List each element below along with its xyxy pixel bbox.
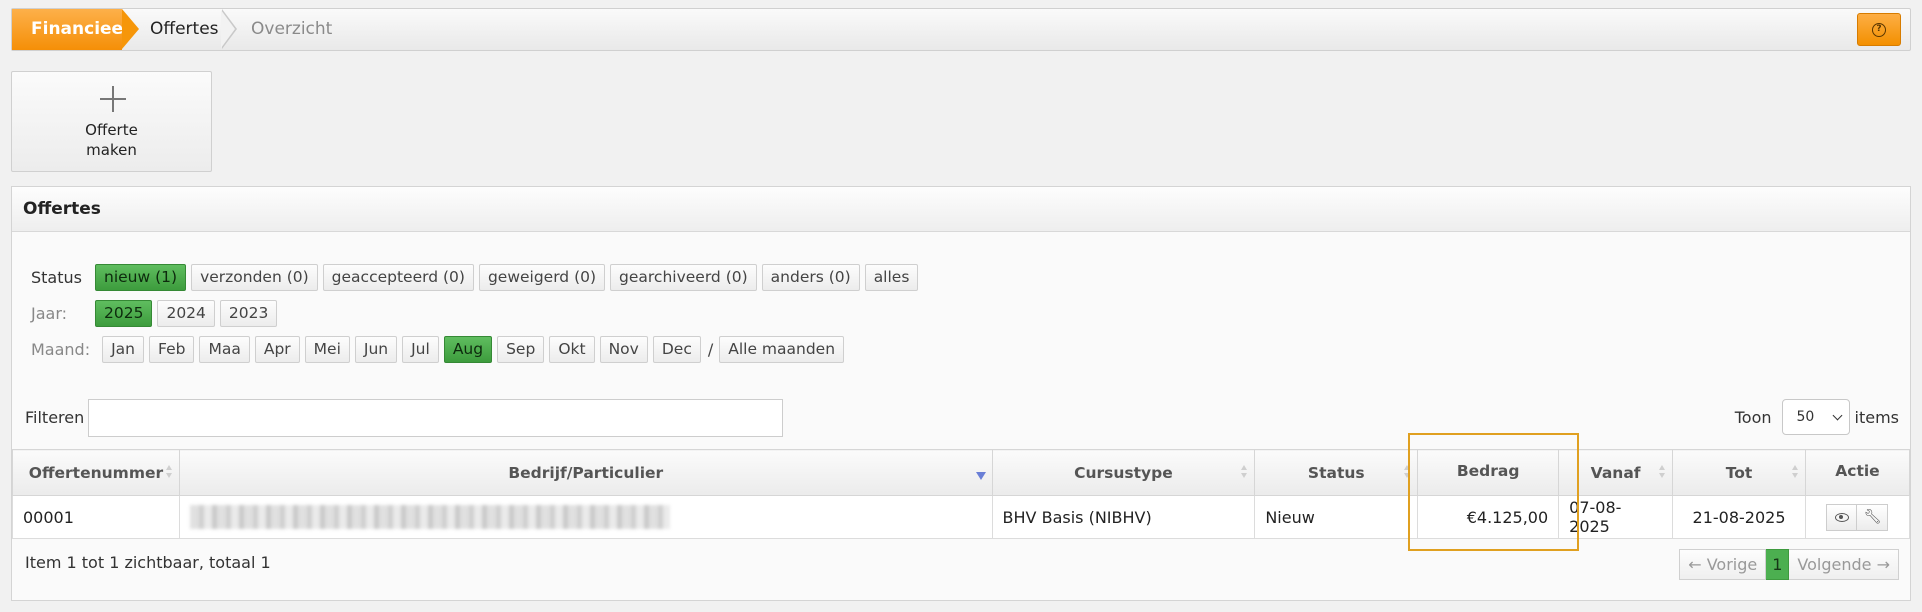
breadcrumb-overzicht: Overzicht [251, 19, 333, 39]
col-header-offertenummer[interactable]: Offertenummer [12, 449, 180, 496]
page-size-select[interactable]: 50 [1781, 399, 1850, 435]
month-chip-2[interactable]: Maa [199, 336, 250, 363]
chevron-down-icon [1832, 410, 1842, 420]
status-label: Status [31, 268, 82, 287]
month-filter: Maand: Jan Feb Maa Apr Mei Jun Jul Aug Sep Okt Nov… [31, 336, 849, 363]
col-header-vanaf[interactable]: Vanaf [1558, 449, 1674, 496]
table-summary: Item 1 tot 1 zichtbaar, totaal 1 [25, 553, 271, 572]
month-chip-4[interactable]: Mei [304, 336, 350, 363]
edit-button[interactable]: 🔧︎ [1857, 503, 1889, 531]
page-size: Toon 50 items [1735, 399, 1899, 435]
wrench-icon: 🔧︎ [1863, 509, 1882, 525]
month-chip-8[interactable]: Sep [497, 336, 545, 363]
breadcrumb-separator [221, 9, 237, 49]
offertes-panel: Offertes Status nieuw (1) verzonden (0) ge… [11, 186, 1911, 601]
month-chip-9[interactable]: Okt [549, 336, 595, 363]
show-label: Toon [1734, 407, 1772, 427]
panel-title: Offertes [12, 187, 1910, 232]
status-filter: Status nieuw (1) verzonden (0) geaccepteer… [31, 264, 923, 291]
redacted-company-name [189, 505, 670, 529]
next-page-button[interactable]: Volgende → [1789, 549, 1899, 580]
sort-icon [1404, 464, 1411, 480]
help-button[interactable]: ? [1857, 13, 1901, 46]
cell-bedrijf [178, 495, 993, 539]
status-chip-5[interactable]: anders (0) [761, 264, 860, 291]
page-1-button[interactable]: 1 [1766, 549, 1790, 580]
status-chip-4[interactable]: gearchiveerd (0) [610, 264, 757, 291]
col-header-actie: Actie [1804, 449, 1911, 496]
create-offerte-label: Offerte maken [85, 121, 138, 159]
cell-bedrag: €4.125,00 [1417, 495, 1560, 539]
month-chip-5[interactable]: Jun [354, 336, 398, 363]
cell-tot: 21-08-2025 [1672, 495, 1806, 539]
status-chip-2[interactable]: geaccepteerd (0) [322, 264, 474, 291]
col-header-bedrag[interactable]: Bedrag [1417, 449, 1560, 496]
help-icon: ? [1872, 22, 1886, 37]
month-label: Maand: [31, 340, 91, 359]
col-header-tot[interactable]: Tot [1672, 449, 1806, 496]
breadcrumb: Financieel Offertes Overzicht ? [11, 8, 1911, 51]
month-chip-all[interactable]: Alle maanden [719, 336, 845, 363]
col-header-bedrijf[interactable]: Bedrijf/Particulier [178, 449, 993, 496]
prev-page-button[interactable]: ← Vorige [1679, 549, 1767, 580]
breadcrumb-offertes[interactable]: Offertes [150, 9, 219, 50]
sort-icon [1659, 464, 1666, 480]
view-button[interactable] [1826, 503, 1858, 531]
create-offerte-button[interactable]: Offerte maken [11, 71, 212, 172]
month-separator: / [707, 340, 714, 359]
pagination: ← Vorige 1 Volgende → [1679, 549, 1899, 580]
cell-status: Nieuw [1254, 495, 1419, 539]
year-chip-2[interactable]: 2023 [219, 300, 278, 327]
cell-vanaf: 07-08-2025 [1558, 495, 1674, 539]
sort-icon [165, 464, 173, 480]
status-chip-3[interactable]: geweigerd (0) [478, 264, 606, 291]
sort-icon [1791, 464, 1799, 480]
offertes-table: Offertenummer Bedrijf/Particulier Cursus… [12, 449, 1911, 539]
cell-actie: 🔧︎ [1804, 495, 1911, 539]
filter-label: Filteren [25, 408, 85, 427]
status-chip-0[interactable]: nieuw (1) [95, 264, 187, 291]
year-label: Jaar: [31, 304, 68, 323]
col-header-status[interactable]: Status [1254, 449, 1419, 496]
eye-icon [1834, 512, 1849, 522]
month-chip-11[interactable]: Dec [652, 336, 701, 363]
status-chip-6[interactable]: alles [864, 264, 919, 291]
table-header-row: Offertenummer Bedrijf/Particulier Cursus… [12, 449, 1911, 496]
sort-icon [1241, 464, 1248, 480]
year-chip-1[interactable]: 2024 [157, 300, 215, 327]
year-chip-0[interactable]: 2025 [95, 300, 153, 327]
month-chip-10[interactable]: Nov [599, 336, 648, 363]
table-row[interactable]: 00001 BHV Basis (NIBHV) Nieuw €4.125,00 … [12, 495, 1911, 539]
breadcrumb-financieel[interactable]: Financieel [12, 9, 139, 50]
status-chip-1[interactable]: verzonden (0) [191, 264, 318, 291]
cell-nummer: 00001 [12, 495, 180, 539]
cell-cursustype: BHV Basis (NIBHV) [991, 495, 1256, 539]
plus-icon [100, 86, 126, 112]
sort-desc-icon [975, 472, 986, 480]
month-chip-1[interactable]: Feb [149, 336, 195, 363]
col-header-cursustype[interactable]: Cursustype [991, 449, 1256, 496]
filter-input[interactable] [88, 399, 783, 437]
month-chip-6[interactable]: Jul [402, 336, 439, 363]
items-label: items [1854, 407, 1899, 427]
month-chip-0[interactable]: Jan [102, 336, 145, 363]
month-chip-3[interactable]: Apr [254, 336, 300, 363]
month-chip-7[interactable]: Aug [443, 336, 493, 363]
year-filter: Jaar: 2025 2024 2023 [31, 300, 282, 327]
